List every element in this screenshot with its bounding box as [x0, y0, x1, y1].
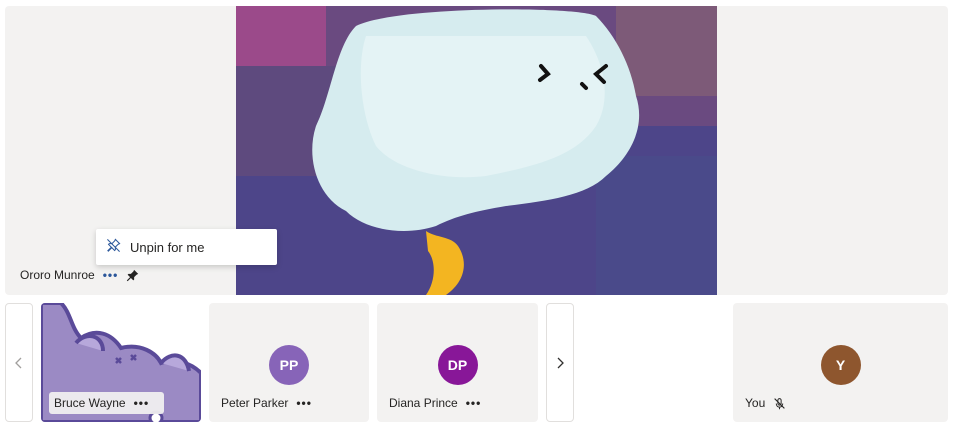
avatar: DP	[437, 345, 478, 385]
avatar-initials: PP	[279, 357, 299, 373]
participant-name: Peter Parker	[221, 396, 289, 410]
previous-page-button[interactable]	[5, 303, 33, 422]
next-page-button[interactable]	[546, 303, 574, 422]
pin-icon[interactable]	[126, 269, 139, 282]
chevron-right-icon	[557, 357, 564, 368]
participant-tile-diana[interactable]: DP Diana Prince •••	[377, 303, 538, 422]
more-options-button[interactable]: •••	[103, 269, 119, 281]
participant-tile-bruce[interactable]: Bruce Wayne •••	[41, 303, 201, 422]
unpin-icon	[106, 238, 121, 256]
participant-label: Diana Prince •••	[389, 396, 481, 410]
participant-label: You	[745, 396, 786, 410]
mic-off-icon	[773, 397, 786, 410]
main-participant-name: Ororo Munroe	[20, 268, 95, 282]
more-options-button[interactable]: •••	[466, 397, 482, 409]
participant-name: Diana Prince	[389, 396, 458, 410]
unpin-menu-item[interactable]: Unpin for me	[96, 229, 277, 265]
video-feed	[236, 6, 717, 295]
chevron-left-icon	[15, 357, 22, 368]
main-participant-label: Ororo Munroe •••	[14, 264, 161, 286]
participant-tile-peter[interactable]: PP Peter Parker •••	[209, 303, 369, 422]
participant-label: Bruce Wayne •••	[49, 392, 164, 414]
participant-name: You	[745, 396, 766, 410]
self-tile[interactable]: Y You	[733, 303, 948, 422]
participant-name: Bruce Wayne	[54, 396, 126, 410]
unpin-label: Unpin for me	[130, 239, 205, 255]
participant-label: Peter Parker •••	[221, 396, 312, 410]
more-options-button[interactable]: •••	[134, 397, 150, 409]
avatar-initials: Y	[835, 357, 846, 373]
more-options-button[interactable]: •••	[296, 397, 312, 409]
avatar: PP	[269, 345, 309, 385]
avatar: Y	[820, 345, 861, 385]
avatar-initials: DP	[447, 357, 468, 373]
